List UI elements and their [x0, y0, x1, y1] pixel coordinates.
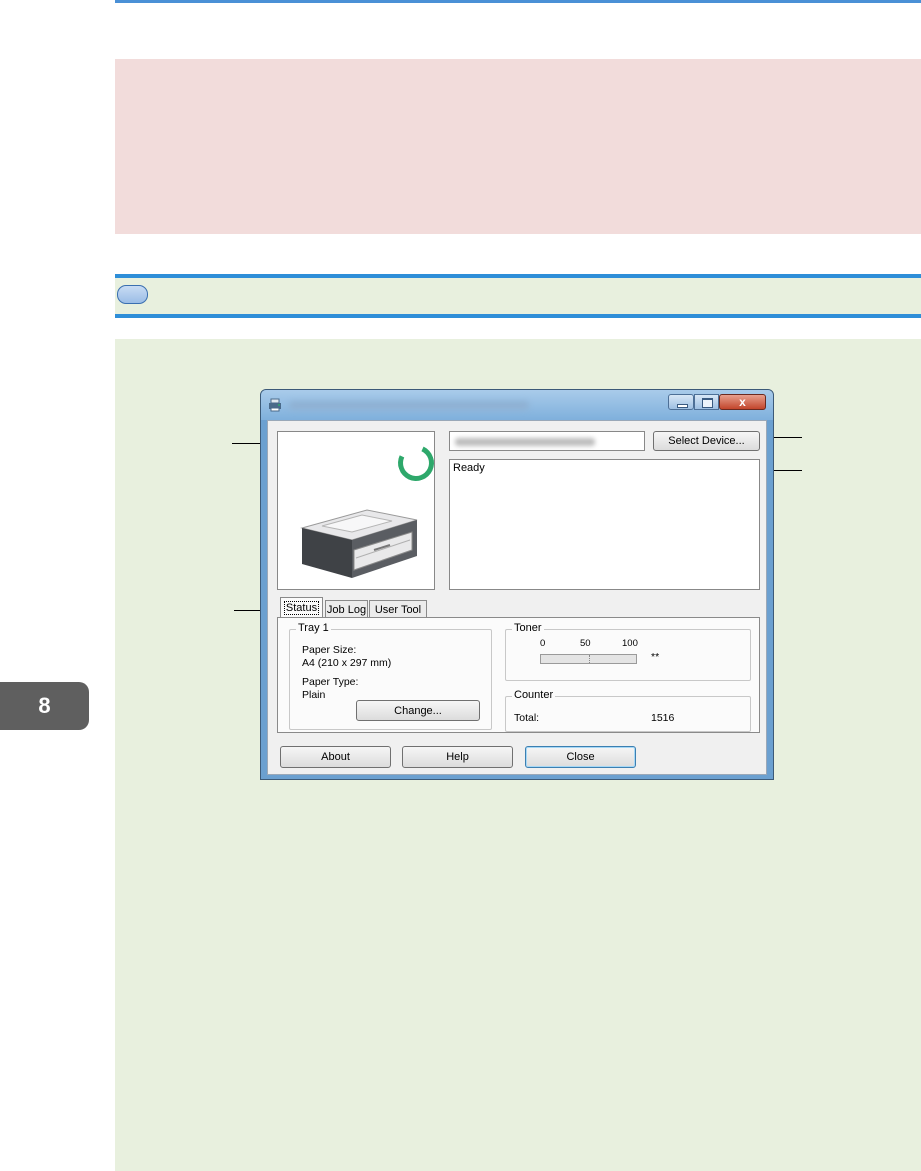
- tray-1-group: Tray 1 Paper Size: A4 (210 x 297 mm) Pap…: [289, 622, 492, 730]
- tray-title: Tray 1: [296, 622, 331, 634]
- reference-bar-bottom-rule: [115, 314, 921, 318]
- toner-level-bar: [540, 654, 637, 664]
- toner-group: Toner 0 50 100 **: [505, 622, 751, 681]
- note-box-pink: [115, 59, 921, 234]
- help-button[interactable]: Help: [402, 746, 513, 768]
- maximize-button[interactable]: [694, 394, 719, 410]
- counter-total-value: 1516: [651, 712, 675, 724]
- toner-scale-50: 50: [580, 638, 591, 649]
- reference-bar: [115, 276, 921, 316]
- printer-app-icon: [269, 398, 281, 412]
- change-paper-button[interactable]: Change...: [356, 700, 480, 721]
- close-icon: x: [739, 395, 746, 409]
- chapter-tab: 8: [0, 682, 89, 730]
- toner-scale-0: 0: [540, 638, 546, 649]
- window-title: [289, 401, 529, 410]
- app-window: x Select Device... Ready Status Job Log …: [260, 389, 774, 780]
- reference-bar-top-rule: [115, 274, 921, 278]
- paper-type-value: Plain: [302, 689, 326, 701]
- close-button[interactable]: Close: [525, 746, 636, 768]
- minimize-button[interactable]: [668, 394, 694, 410]
- printer-image-panel: [277, 431, 440, 590]
- tab-status-label: Status: [283, 601, 320, 615]
- maximize-icon: [702, 398, 713, 408]
- paper-type-label: Paper Type:: [302, 676, 359, 688]
- status-text: Ready: [453, 462, 485, 474]
- tab-status[interactable]: Status: [280, 597, 323, 618]
- status-ready-icon: [392, 439, 440, 487]
- window-client-area: Select Device... Ready Status Job Log Us…: [267, 420, 767, 775]
- paper-size-label: Paper Size:: [302, 644, 357, 656]
- title-bar[interactable]: x: [261, 390, 773, 420]
- device-name-field[interactable]: [449, 431, 645, 451]
- status-tab-page: Tray 1 Paper Size: A4 (210 x 297 mm) Pap…: [277, 617, 760, 733]
- close-window-button[interactable]: x: [719, 394, 766, 410]
- paper-size-value: A4 (210 x 297 mm): [302, 657, 392, 669]
- reference-oval-icon: [117, 285, 148, 304]
- toner-scale-100: 100: [622, 638, 638, 649]
- counter-group: Counter Total: 1516: [505, 689, 751, 732]
- toner-level-text: **: [651, 651, 660, 663]
- minimize-icon: [677, 404, 688, 408]
- toner-title: Toner: [512, 622, 544, 634]
- tab-job-log[interactable]: Job Log: [325, 600, 368, 618]
- about-button[interactable]: About: [280, 746, 391, 768]
- printer-icon: [300, 509, 418, 578]
- device-name-text: [455, 438, 595, 446]
- tab-user-tool[interactable]: User Tool: [369, 600, 427, 618]
- status-message-box: Ready: [449, 459, 760, 590]
- counter-title: Counter: [512, 689, 556, 701]
- toner-bar-midline: [589, 655, 590, 663]
- counter-total-label: Total:: [514, 712, 540, 724]
- select-device-button[interactable]: Select Device...: [653, 431, 760, 451]
- top-rule: [115, 0, 921, 3]
